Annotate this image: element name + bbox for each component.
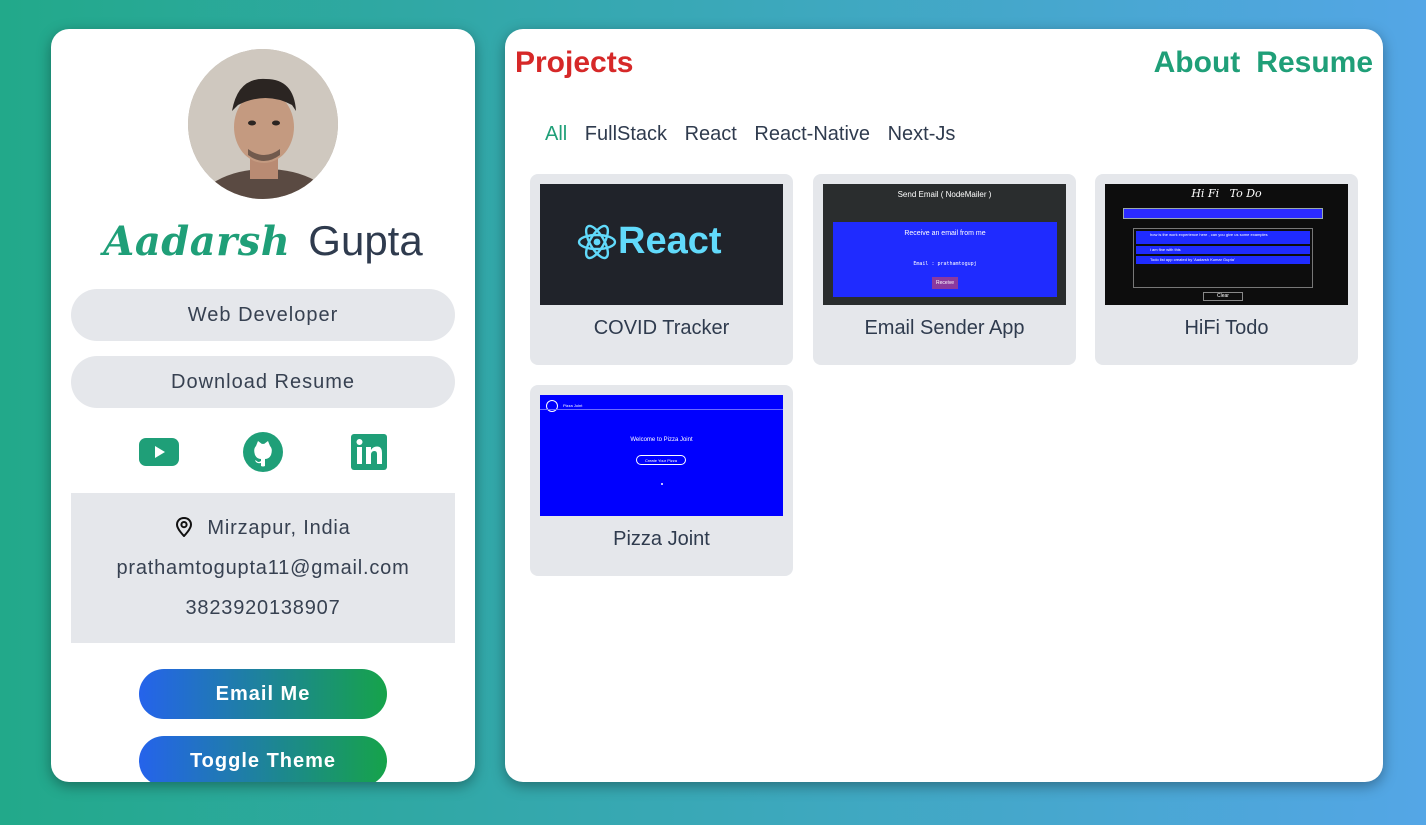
phone-text: 3823920138907 (185, 597, 341, 619)
social-links (51, 431, 475, 475)
thumb-item: how is the work experience here , can yo… (1136, 231, 1310, 244)
role-badge: Web Developer (71, 289, 455, 341)
thumb-title: Hi Fi To Do (1191, 187, 1262, 200)
project-title: Email Sender App (864, 317, 1025, 339)
filter-react[interactable]: React (685, 123, 737, 145)
project-card-hifi-todo[interactable]: Hi Fi To Do how is the work experience h… (1095, 174, 1358, 365)
project-title: Pizza Joint (613, 528, 710, 550)
project-thumbnail: Send Email ( NodeMailer ) Receive an ema… (823, 184, 1066, 305)
thumb-form: Receive an email from me Email : pratham… (833, 222, 1057, 297)
thumb-title: Send Email ( NodeMailer ) (897, 190, 992, 199)
filter-react-native[interactable]: React-Native (754, 123, 870, 145)
project-card-covid-tracker[interactable]: React COVID Tracker (530, 174, 793, 365)
project-title: COVID Tracker (593, 317, 730, 339)
nav-about[interactable]: About (1154, 46, 1241, 79)
thumb-item: Todo list app created by 'Aadarsh Kumar … (1136, 256, 1310, 264)
pizza-logo-icon (546, 400, 558, 412)
project-thumbnail: Pizza Joint Welcome to Pizza Joint Creat… (540, 395, 783, 516)
thumb-list: how is the work experience here , can yo… (1133, 228, 1313, 288)
youtube-icon[interactable] (137, 431, 181, 473)
profile-sidebar: Aadarsh Gupta Web Developer Download Resu… (51, 29, 475, 782)
project-title: HiFi Todo (1184, 317, 1269, 339)
filter-fullstack[interactable]: FullStack (585, 123, 667, 145)
thumb-button: Receive (932, 277, 958, 289)
filter-next-js[interactable]: Next-Js (888, 123, 956, 145)
project-filters: All FullStack React React-Native Next-Js (545, 123, 967, 146)
projects-panel: Projects About Resume All FullStack React… (505, 29, 1383, 782)
last-name: Gupta (308, 217, 423, 264)
top-nav: About Resume (1138, 46, 1373, 80)
thumb-heading: Receive an email from me (904, 230, 986, 237)
thumb-button: Create Your Pizza (636, 455, 686, 465)
thumb-heading: Welcome to Pizza Joint (630, 437, 693, 443)
thumb-input (1123, 208, 1323, 219)
email-text: prathamtogupta11@gmail.com (116, 557, 410, 579)
first-name: Aadarsh (103, 218, 291, 265)
location-text: Mirzapur, India (207, 517, 351, 539)
profile-name: Aadarsh Gupta (51, 217, 475, 265)
thumb-field: Email : prathamtogupj (913, 261, 977, 267)
thumb-divider (540, 409, 783, 410)
download-resume-button[interactable]: Download Resume (71, 356, 455, 408)
project-card-pizza-joint[interactable]: Pizza Joint Welcome to Pizza Joint Creat… (530, 385, 793, 576)
thumb-item: i am fine with this (1136, 246, 1310, 254)
email-me-button[interactable]: Email Me (139, 669, 387, 719)
thumb-nav: Pizza Joint (563, 403, 583, 408)
project-thumbnail: Hi Fi To Do how is the work experience h… (1105, 184, 1348, 305)
thumb-button: Clear (1203, 292, 1243, 301)
project-thumbnail: React (540, 184, 783, 305)
project-card-email-sender[interactable]: Send Email ( NodeMailer ) Receive an ema… (813, 174, 1076, 365)
avatar (188, 49, 338, 199)
linkedin-icon[interactable] (347, 431, 391, 473)
location-pin-icon (175, 516, 193, 543)
thumb-dot (661, 483, 663, 485)
nav-resume[interactable]: Resume (1256, 46, 1373, 79)
contact-info: Mirzapur, India prathamtogupta11@gmail.c… (71, 493, 455, 643)
react-logo-text: React (618, 220, 722, 262)
page-title: Projects (515, 46, 634, 79)
filter-all[interactable]: All (545, 123, 567, 145)
toggle-theme-button[interactable]: Toggle Theme (139, 736, 387, 782)
location-row: Mirzapur, India (71, 516, 455, 543)
github-icon[interactable] (241, 431, 285, 473)
